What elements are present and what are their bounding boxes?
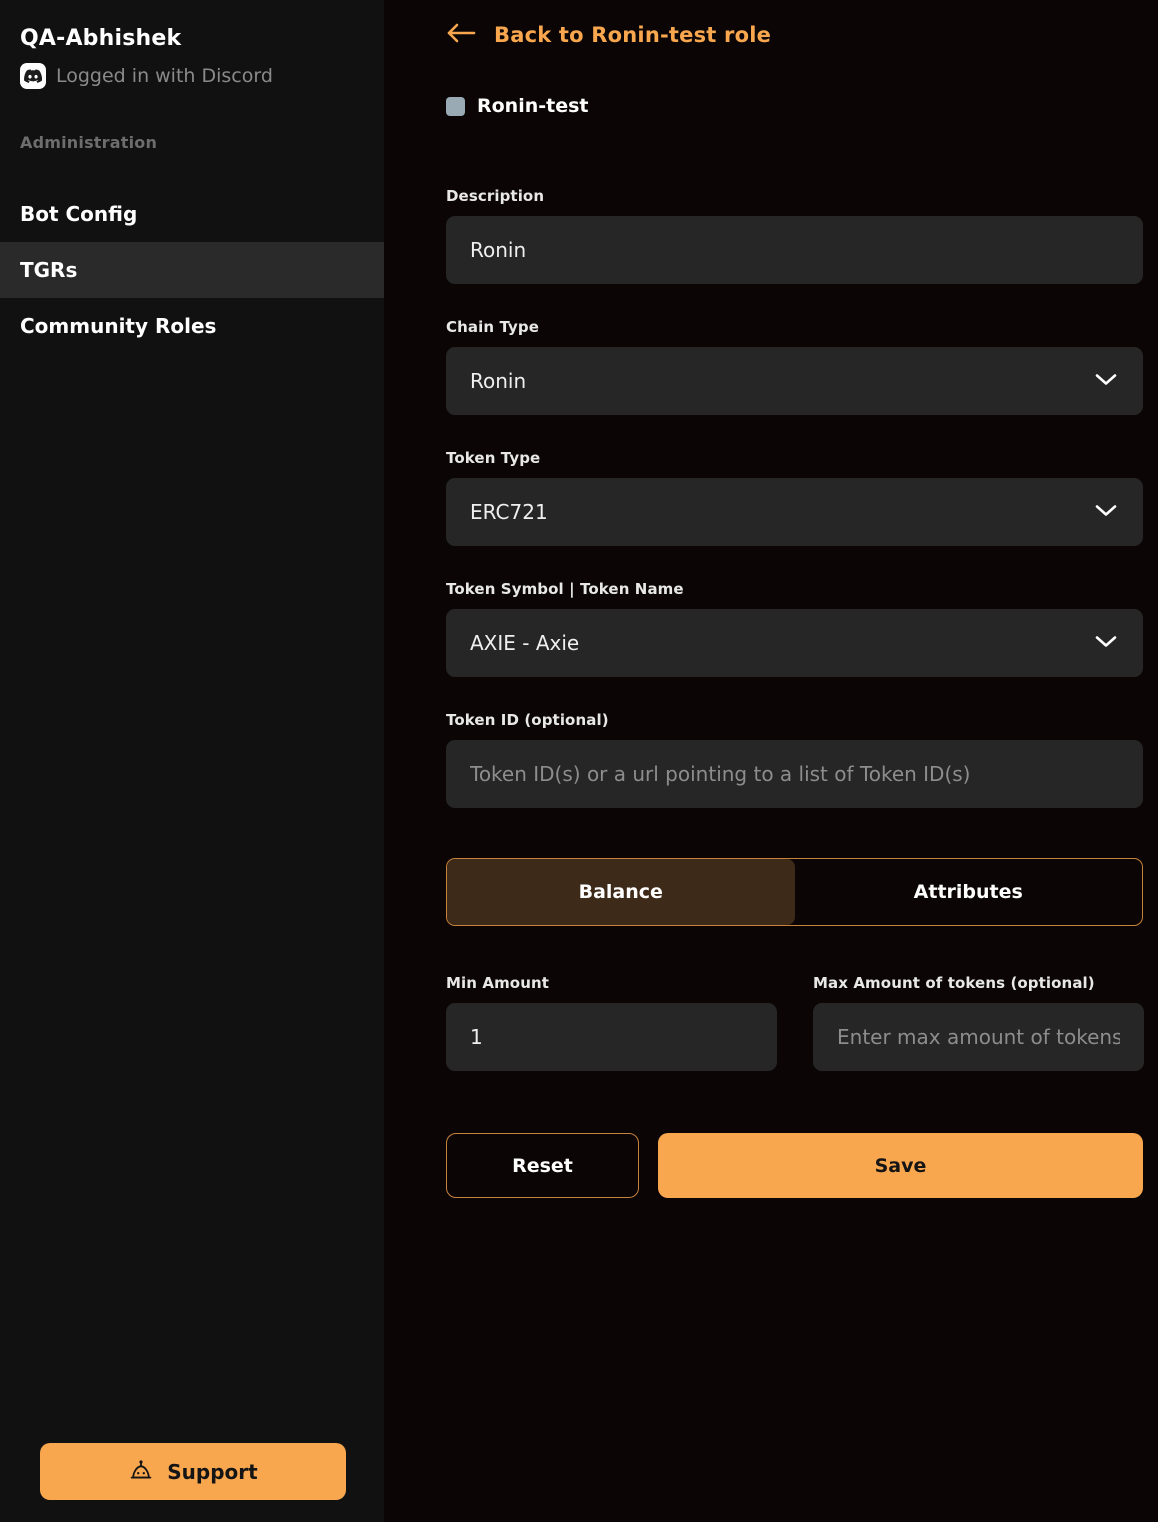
field-label-token-type: Token Type — [446, 449, 1143, 467]
support-button[interactable]: Support — [40, 1443, 346, 1500]
chain-type-select[interactable]: Ronin — [446, 347, 1143, 415]
token-symbol-name-select[interactable]: AXIE - Axie — [446, 609, 1143, 677]
role-header: Ronin-test — [446, 95, 1158, 117]
field-label-min-amount: Min Amount — [446, 974, 777, 992]
toggle-attributes-label: Attributes — [914, 881, 1023, 903]
robot-icon — [128, 1458, 154, 1486]
discord-icon — [20, 63, 46, 89]
sidebar-item-label: Community Roles — [20, 314, 216, 338]
field-token-id: Token ID (optional) Token ID(s) or a url… — [446, 711, 1143, 808]
chevron-down-icon — [1095, 372, 1117, 391]
sidebar: QA-Abhishek Logged in with Discord Admin… — [0, 0, 384, 1522]
back-to-role-label: Back to Ronin-test role — [494, 23, 771, 47]
sidebar-item-bot-config[interactable]: Bot Config — [0, 186, 384, 242]
sidebar-item-label: TGRs — [20, 258, 77, 282]
user-block: QA-Abhishek Logged in with Discord — [0, 0, 384, 89]
field-label-token-id: Token ID (optional) — [446, 711, 1143, 729]
field-label-max-amount: Max Amount of tokens (optional) — [813, 974, 1144, 992]
field-label-token-symbol-name: Token Symbol | Token Name — [446, 580, 1143, 598]
sidebar-item-tgrs[interactable]: TGRs — [0, 242, 384, 298]
token-id-input-placeholder: Token ID(s) or a url pointing to a list … — [470, 762, 1119, 786]
balance-attributes-toggle: Balance Attributes — [446, 858, 1143, 926]
role-color-swatch — [446, 97, 465, 116]
toggle-attributes[interactable]: Attributes — [795, 859, 1143, 925]
description-input-value: Ronin — [470, 238, 1119, 262]
min-amount-input[interactable]: 1 — [446, 1003, 777, 1071]
sidebar-section-administration: Administration — [20, 133, 384, 152]
token-symbol-name-select-value: AXIE - Axie — [470, 631, 1119, 655]
field-description: Description Ronin — [446, 187, 1143, 284]
chevron-down-icon — [1095, 503, 1117, 522]
token-type-select-value: ERC721 — [470, 500, 1119, 524]
tgr-form: Description Ronin Chain Type Ronin — [446, 187, 1143, 1198]
support-button-wrap: Support — [40, 1443, 346, 1500]
sidebar-item-community-roles[interactable]: Community Roles — [0, 298, 384, 354]
chevron-down-icon — [1095, 634, 1117, 653]
sidebar-item-label: Bot Config — [20, 202, 137, 226]
min-amount-input-value: 1 — [470, 1025, 753, 1049]
amount-row: Min Amount 1 Max Amount of tokens (optio… — [446, 974, 1143, 1071]
login-status-label: Logged in with Discord — [56, 67, 273, 86]
back-to-role-link[interactable]: Back to Ronin-test role — [446, 22, 771, 48]
chain-type-select-value: Ronin — [470, 369, 1119, 393]
field-max-amount: Max Amount of tokens (optional) Enter ma… — [813, 974, 1144, 1071]
toggle-balance[interactable]: Balance — [447, 859, 795, 925]
description-input[interactable]: Ronin — [446, 216, 1143, 284]
user-name: QA-Abhishek — [20, 26, 384, 52]
field-label-description: Description — [446, 187, 1143, 205]
token-id-input[interactable]: Token ID(s) or a url pointing to a list … — [446, 740, 1143, 808]
field-token-symbol-name: Token Symbol | Token Name AXIE - Axie — [446, 580, 1143, 677]
form-actions: Reset Save — [446, 1133, 1143, 1198]
login-status-row: Logged in with Discord — [20, 63, 384, 89]
max-amount-input-placeholder: Enter max amount of tokens — [837, 1025, 1120, 1049]
field-label-chain-type: Chain Type — [446, 318, 1143, 336]
arrow-left-icon — [446, 22, 476, 48]
field-chain-type: Chain Type Ronin — [446, 318, 1143, 415]
toggle-balance-label: Balance — [579, 881, 663, 903]
role-name-label: Ronin-test — [477, 95, 589, 117]
sidebar-nav: Bot Config TGRs Community Roles — [0, 186, 384, 354]
token-type-select[interactable]: ERC721 — [446, 478, 1143, 546]
field-min-amount: Min Amount 1 — [446, 974, 777, 1071]
support-button-label: Support — [167, 1460, 257, 1484]
main-content: Back to Ronin-test role Ronin-test Descr… — [384, 0, 1158, 1522]
app-root: QA-Abhishek Logged in with Discord Admin… — [0, 0, 1158, 1522]
save-button[interactable]: Save — [658, 1133, 1143, 1198]
reset-button[interactable]: Reset — [446, 1133, 639, 1198]
field-token-type: Token Type ERC721 — [446, 449, 1143, 546]
max-amount-input[interactable]: Enter max amount of tokens — [813, 1003, 1144, 1071]
